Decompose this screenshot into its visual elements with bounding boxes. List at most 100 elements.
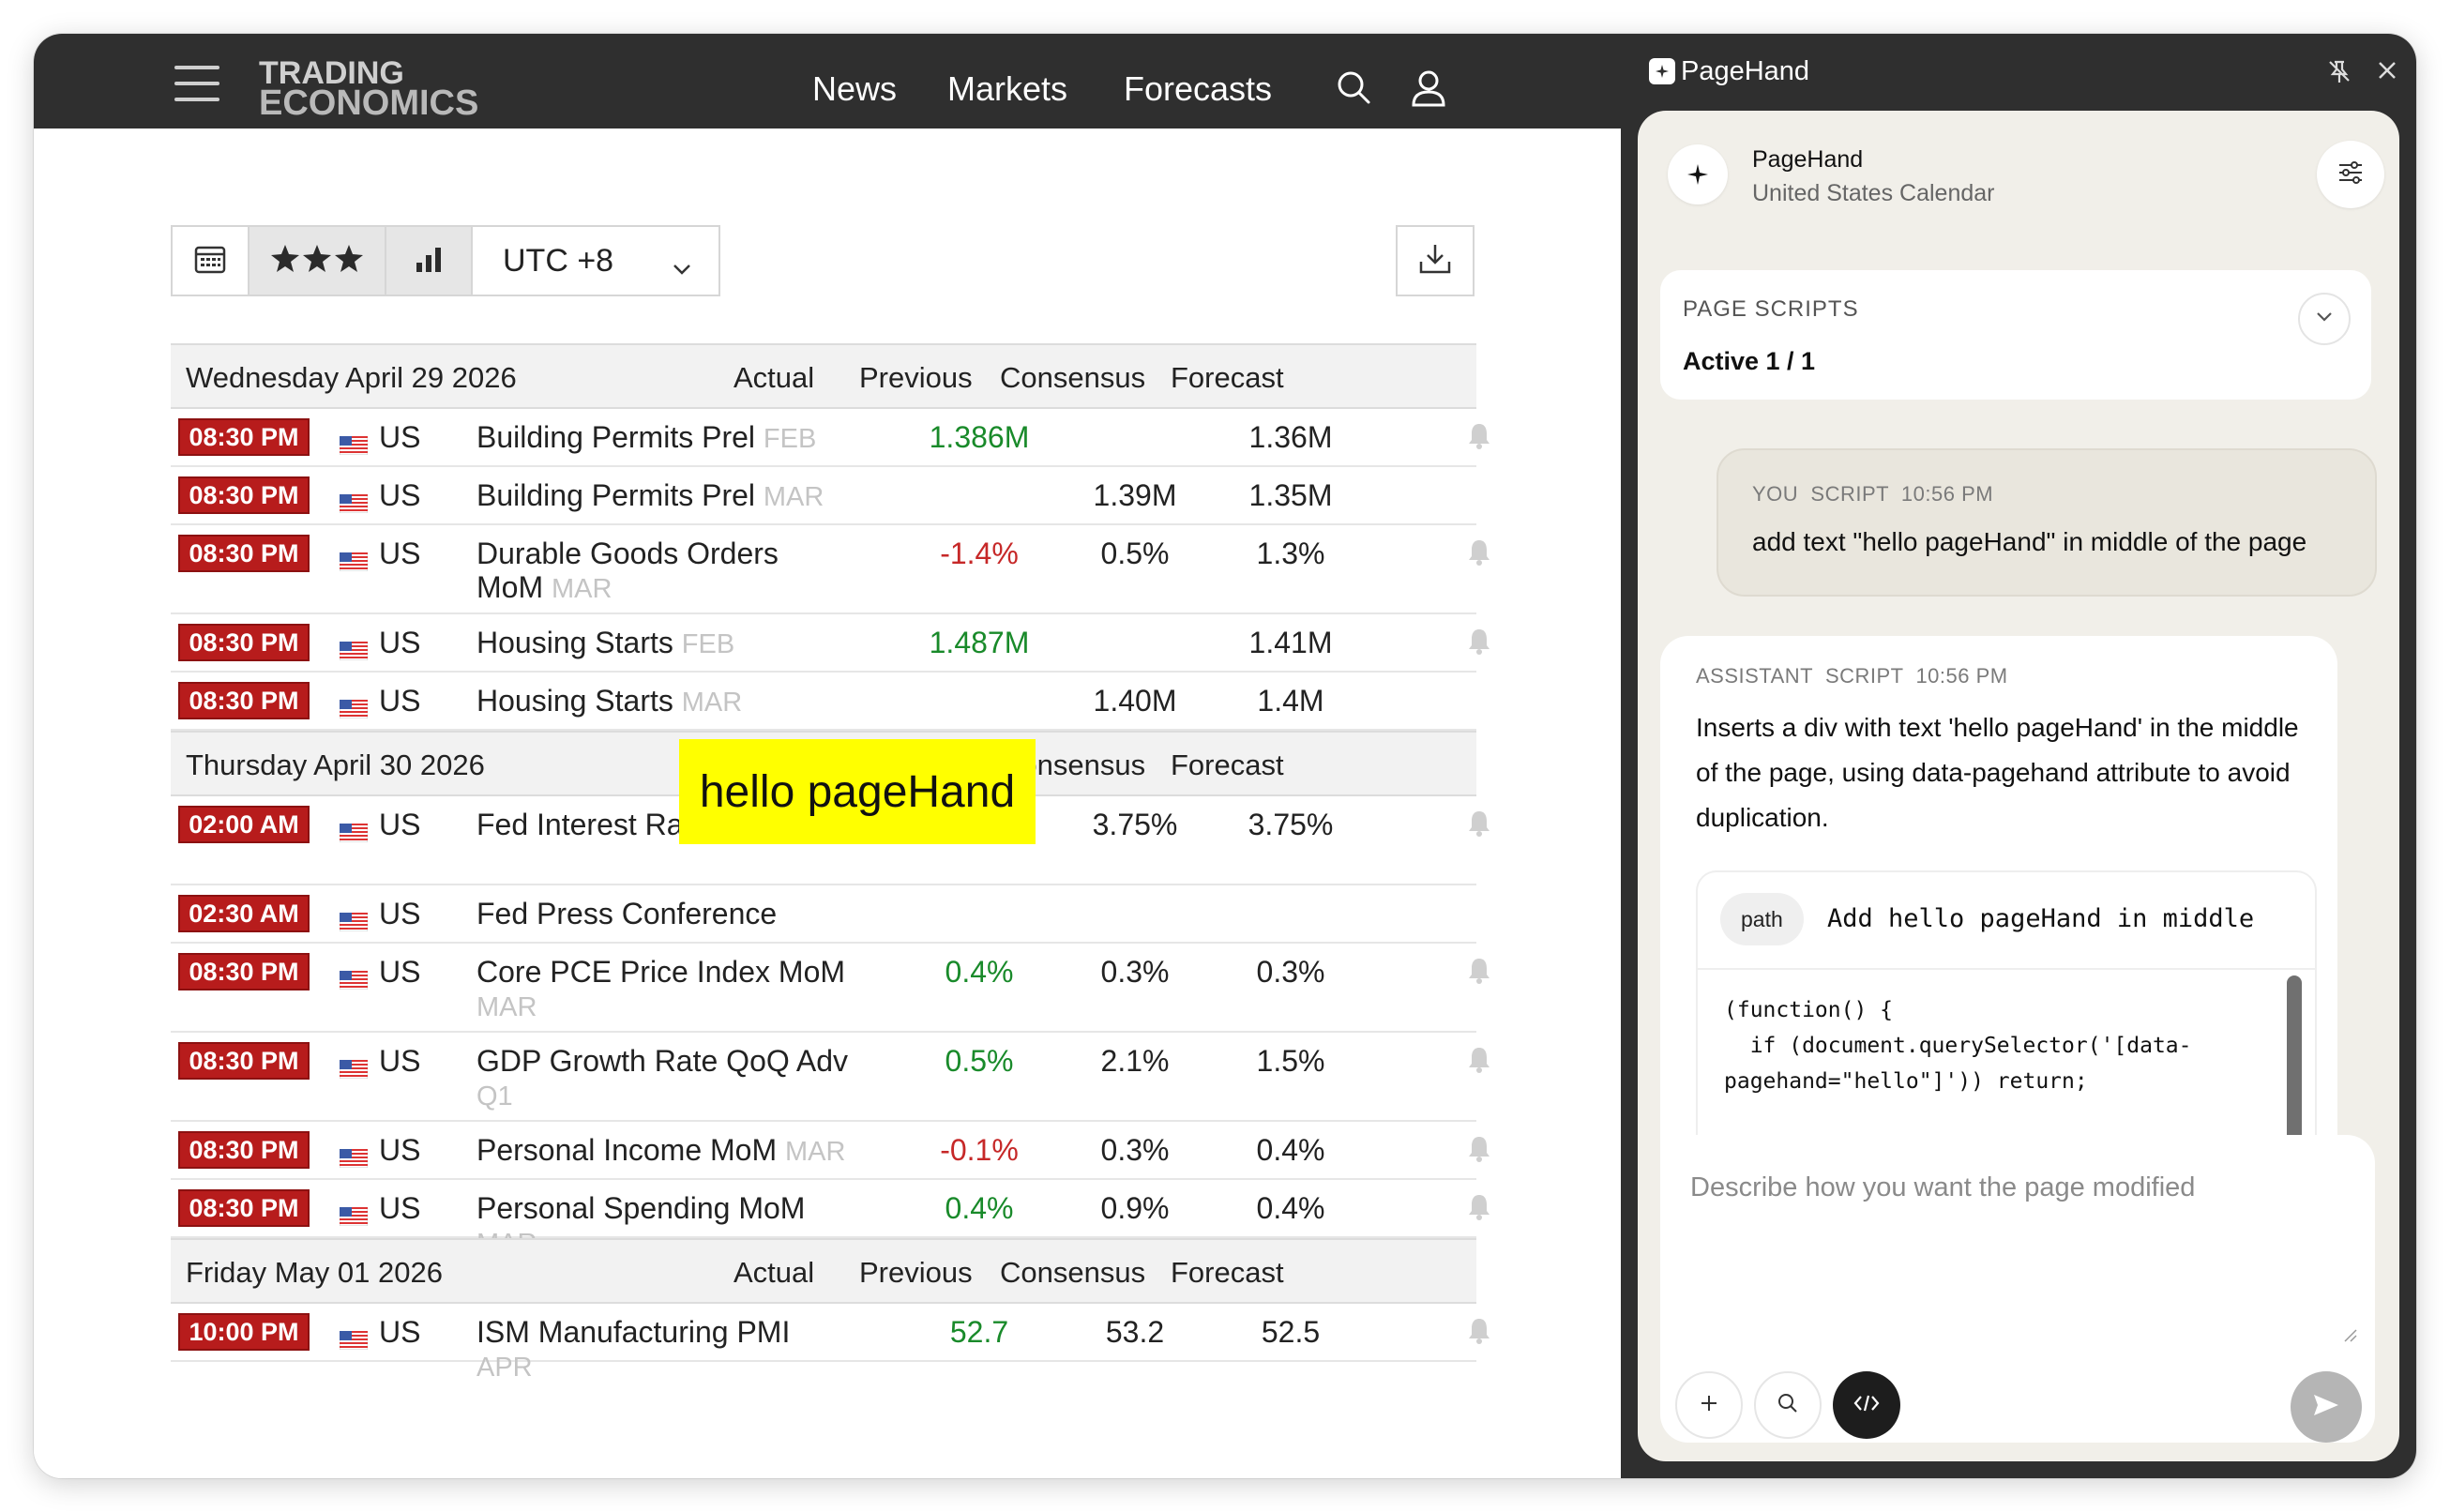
event-row[interactable]: 08:30 PM US Durable Goods Orders MoM MAR -1…: [171, 525, 1490, 614]
bell-icon[interactable]: [1467, 1135, 1491, 1171]
importance-filter-button[interactable]: [250, 227, 386, 295]
event-forecast: 1.41M: [1248, 626, 1333, 659]
user-message-meta: YOU SCRIPT 10:56 PM: [1752, 482, 1994, 506]
resize-grip-icon[interactable]: [2343, 1328, 2358, 1348]
event-row[interactable]: 08:30 PM US Building Permits Prel MAR 1.39M…: [171, 467, 1476, 525]
event-name[interactable]: Core PCE Price Index MoM MAR: [476, 955, 852, 1024]
event-title: Housing Starts: [476, 626, 673, 659]
category-filter-button[interactable]: [386, 227, 473, 295]
us-flag-icon: [339, 486, 369, 514]
day-date: Thursday April 30 2026: [186, 748, 485, 781]
event-row[interactable]: 08:30 PM US Housing Starts MAR 1.40M 1.4M: [171, 673, 1476, 731]
bell-icon[interactable]: [1467, 809, 1491, 845]
event-row[interactable]: 08:30 PM US Core PCE Price Index MoM MAR 0.…: [171, 944, 1490, 1033]
event-name[interactable]: GDP Growth Rate QoQ Adv Q1: [476, 1044, 852, 1113]
event-row[interactable]: 08:30 PM US GDP Growth Rate QoQ Adv Q1 0.5%…: [171, 1033, 1490, 1122]
inspect-button[interactable]: [1754, 1371, 1822, 1439]
close-icon[interactable]: [2375, 58, 2399, 87]
event-name[interactable]: Building Permits Prel MAR: [476, 478, 852, 514]
col-actual-header: Actual: [733, 361, 815, 394]
col-forecast-header: Forecast: [1171, 1256, 1284, 1289]
event-row[interactable]: 02:30 AM US Fed Press Conference: [171, 885, 1476, 944]
nav-news[interactable]: News: [812, 69, 897, 109]
col-consensus-header: Consensus: [1000, 1256, 1146, 1289]
event-row[interactable]: 08:30 PMUSPersonal Spending MoM MAR0.4%0…: [171, 1180, 1490, 1259]
event-name[interactable]: Durable Goods Orders MoM MAR: [476, 537, 852, 606]
event-country: US: [379, 1044, 421, 1078]
event-row[interactable]: 08:30 PM US Personal Income MoM MAR -0.1% 0.…: [171, 1122, 1490, 1180]
bell-icon[interactable]: [1467, 538, 1491, 574]
page-scripts-card[interactable]: PAGE SCRIPTS Active 1 / 1: [1660, 270, 2371, 400]
site-header: TRADING ECONOMICS News Markets Forecasts: [34, 34, 1621, 129]
event-previous: 1.386M: [929, 420, 1030, 454]
timezone-value: UTC +8: [503, 242, 614, 279]
event-country: US: [379, 1315, 421, 1349]
event-period: MAR: [763, 482, 824, 512]
context-subtitle: United States Calendar: [1752, 180, 1995, 206]
nav-markets[interactable]: Markets: [947, 69, 1067, 109]
event-title: Housing Starts: [476, 684, 673, 718]
timezone-select[interactable]: UTC +8: [473, 227, 718, 295]
us-flag-icon: [339, 1323, 369, 1351]
user-message: YOU SCRIPT 10:56 PM add text "hello page…: [1717, 448, 2377, 597]
event-period: MAR: [552, 574, 612, 604]
event-row[interactable]: 10:00 PM US ISM Manufacturing PMI APR 52.7 5…: [171, 1304, 1490, 1383]
event-period: FEB: [681, 629, 735, 659]
event-name[interactable]: Personal Income MoM MAR: [476, 1133, 852, 1169]
add-button[interactable]: [1675, 1371, 1743, 1439]
event-row[interactable]: 08:30 PM US Building Permits Prel FEB 1.386…: [171, 409, 1490, 467]
user-icon[interactable]: [1411, 69, 1446, 112]
us-flag-icon: [339, 904, 369, 932]
event-consensus: 0.5%: [1100, 537, 1170, 570]
event-title: GDP Growth Rate QoQ Adv: [476, 1044, 849, 1078]
nav-forecasts[interactable]: Forecasts: [1124, 69, 1272, 109]
event-forecast: 52.5: [1261, 1315, 1321, 1349]
event-period: Q1: [476, 1081, 513, 1111]
event-consensus: 3.75%: [1092, 808, 1178, 841]
event-forecast: 0.3%: [1256, 955, 1325, 989]
download-button[interactable]: [1396, 225, 1475, 296]
bell-icon[interactable]: [1467, 1193, 1491, 1229]
code-header: path Add hello pageHand in middle: [1698, 872, 2315, 970]
col-previous-header: Previous: [859, 361, 973, 394]
event-row[interactable]: 08:30 PM US Housing Starts FEB 1.487M 1.41M: [171, 614, 1490, 673]
bell-icon[interactable]: [1467, 957, 1491, 992]
bell-icon[interactable]: [1467, 1317, 1491, 1353]
us-flag-icon: [339, 691, 369, 719]
app-window: TRADING ECONOMICS News Markets Forecasts: [34, 34, 2416, 1478]
assistant-message-meta: ASSISTANT SCRIPT 10:56 PM: [1696, 664, 2008, 688]
site-logo[interactable]: TRADING ECONOMICS: [259, 57, 478, 121]
search-icon: [1777, 1392, 1799, 1419]
calendar-table: Wednesday April 29 2026 Actual Previous Con…: [171, 343, 1490, 1383]
event-name[interactable]: Housing Starts FEB: [476, 626, 852, 661]
bell-icon[interactable]: [1467, 627, 1491, 663]
bell-icon[interactable]: [1467, 422, 1491, 458]
event-forecast: 1.4M: [1257, 684, 1324, 718]
event-name[interactable]: Housing Starts MAR: [476, 684, 852, 719]
event-time-badge: 08:30 PM: [178, 535, 310, 572]
bell-icon[interactable]: [1467, 1046, 1491, 1081]
chevron-down-icon: [672, 248, 692, 284]
menu-icon[interactable]: [174, 66, 219, 101]
code-icon: [1853, 1393, 1880, 1418]
event-name[interactable]: ISM Manufacturing PMI APR: [476, 1315, 852, 1384]
event-time-badge: 08:30 PM: [178, 624, 310, 661]
calendar-button[interactable]: [173, 227, 250, 295]
event-country: US: [379, 478, 421, 512]
expand-scripts-button[interactable]: [2298, 293, 2351, 345]
event-forecast: 0.4%: [1256, 1133, 1325, 1167]
event-period: MAR: [681, 688, 743, 718]
settings-sliders-button[interactable]: [2317, 141, 2384, 208]
download-icon: [1418, 243, 1452, 280]
unpin-icon[interactable]: [2326, 58, 2352, 89]
send-button[interactable]: [2291, 1371, 2362, 1443]
event-name[interactable]: Fed Press Conference: [476, 897, 852, 930]
event-name[interactable]: Building Permits Prel FEB: [476, 420, 852, 456]
script-mode-button[interactable]: [1833, 1371, 1900, 1439]
search-icon[interactable]: [1336, 69, 1371, 110]
event-title: Building Permits Prel: [476, 478, 755, 512]
us-flag-icon: [339, 428, 369, 456]
us-flag-icon: [339, 962, 369, 990]
code-path-pill[interactable]: path: [1720, 893, 1804, 945]
prompt-input[interactable]: [1660, 1135, 2375, 1351]
